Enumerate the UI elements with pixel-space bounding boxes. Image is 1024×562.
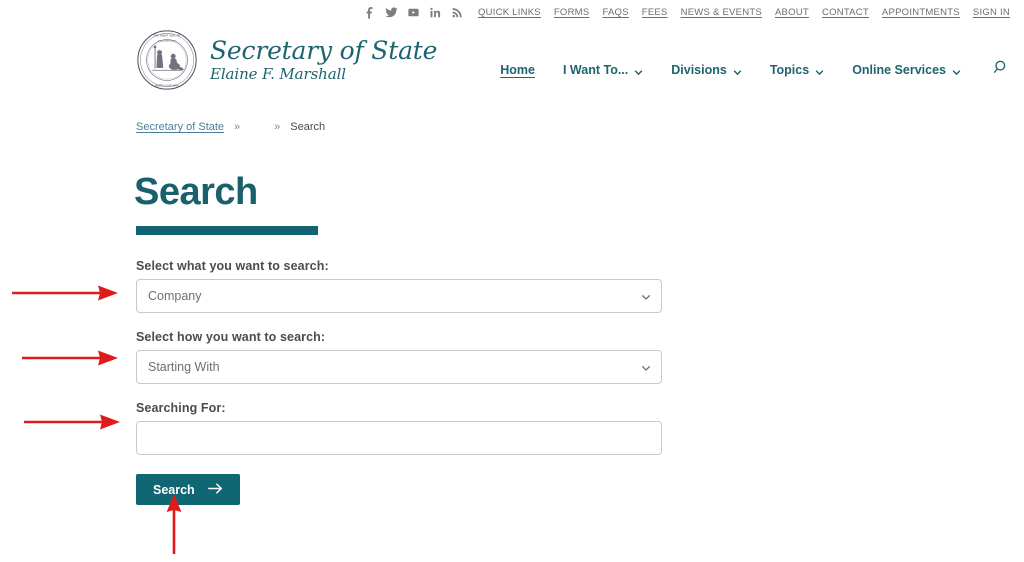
svg-text:THE GREAT SEAL OF: THE GREAT SEAL OF [154, 33, 181, 37]
chevron-down-icon [641, 362, 651, 372]
how-to-search-select[interactable]: Starting With [136, 350, 662, 384]
nav-item-i-want-to-label: I Want To... [562, 63, 629, 77]
annotation-arrow-to-search-input [24, 414, 120, 430]
nav-item-divisions-label: Divisions [671, 63, 727, 77]
utility-links: QUICK LINKS FORMS FAQS FEES NEWS & EVENT… [478, 7, 1010, 18]
utility-link-contact[interactable]: CONTACT [822, 7, 869, 18]
utility-link-appointments[interactable]: APPOINTMENTS [882, 7, 960, 18]
site-search-button[interactable] [993, 59, 1010, 81]
searching-for-input[interactable] [136, 421, 662, 455]
nav-item-online-services-label: Online Services [852, 63, 946, 77]
nav-item-i-want-to[interactable]: I Want To... [563, 63, 643, 77]
svg-text:ESSE QUAM VIDERI: ESSE QUAM VIDERI [158, 39, 176, 42]
search-submit-label: Search [153, 482, 195, 497]
breadcrumb-current: Search [290, 121, 326, 133]
field-group-what: Select what you want to search: Company [136, 259, 662, 313]
nav-item-divisions[interactable]: Divisions [671, 63, 742, 77]
utility-link-news-events[interactable]: NEWS & EVENTS [681, 7, 762, 18]
chevron-down-icon [815, 66, 824, 75]
utility-link-forms[interactable]: FORMS [554, 7, 590, 18]
annotation-arrow-to-how-select [22, 350, 118, 366]
searching-for-label: Searching For: [136, 401, 226, 415]
social-links [363, 6, 464, 19]
page-title: Search [134, 171, 258, 213]
search-submit-button[interactable]: Search [136, 474, 240, 505]
twitter-icon[interactable] [385, 6, 398, 19]
search-icon [993, 59, 1010, 81]
chevron-down-icon [733, 66, 742, 75]
nav-item-topics-label: Topics [769, 63, 810, 77]
how-to-search-label: Select how you want to search: [136, 330, 326, 344]
breadcrumb-separator: » [274, 121, 281, 133]
nav-item-home-label: Home [500, 63, 535, 77]
brand-subtitle: Elaine F. Marshall [210, 65, 346, 83]
utility-link-fees[interactable]: FEES [642, 7, 668, 18]
utility-link-quick-links[interactable]: QUICK LINKS [478, 7, 541, 18]
utility-link-sign-in[interactable]: SIGN IN [973, 7, 1010, 18]
utility-bar: QUICK LINKS FORMS FAQS FEES NEWS & EVENT… [0, 0, 1024, 25]
field-group-how: Select how you want to search: Starting … [136, 330, 662, 384]
facebook-icon[interactable] [363, 6, 376, 19]
utility-link-faqs[interactable]: FAQS [602, 7, 628, 18]
how-to-search-value: Starting With [148, 360, 220, 374]
what-to-search-value: Company [148, 289, 202, 303]
svg-text:NORTH CAROLINA: NORTH CAROLINA [155, 84, 179, 88]
what-to-search-label: Select what you want to search: [136, 259, 329, 273]
annotation-arrow-to-what-select [12, 285, 118, 301]
page-title-underline [136, 226, 318, 235]
site-header: THE GREAT SEAL OF NORTH CAROLINA ESSE QU… [0, 25, 1024, 110]
chevron-down-icon [634, 66, 643, 75]
breadcrumb-separator: » [234, 121, 241, 133]
nav-item-topics[interactable]: Topics [770, 63, 824, 77]
field-group-term: Searching For: [136, 401, 662, 455]
chevron-down-icon [952, 66, 961, 75]
nav-item-online-services[interactable]: Online Services [852, 63, 961, 77]
rss-icon[interactable] [451, 6, 464, 19]
utility-link-about[interactable]: ABOUT [775, 7, 809, 18]
main-navigation: Home I Want To... Divisions Topics Onlin… [500, 59, 1010, 81]
nc-state-seal-icon: THE GREAT SEAL OF NORTH CAROLINA ESSE QU… [136, 29, 198, 91]
chevron-down-icon [641, 291, 651, 301]
youtube-icon[interactable] [407, 6, 420, 19]
brand-logo[interactable]: THE GREAT SEAL OF NORTH CAROLINA ESSE QU… [136, 29, 437, 91]
nav-item-home[interactable]: Home [500, 63, 535, 77]
breadcrumb: Secretary of State » » Search [136, 121, 325, 133]
linkedin-icon[interactable] [429, 6, 442, 19]
what-to-search-select[interactable]: Company [136, 279, 662, 313]
brand-title: Secretary of State [210, 36, 438, 65]
arrow-right-icon [207, 482, 223, 498]
search-form: Select what you want to search: Company … [136, 259, 662, 505]
breadcrumb-link-home[interactable]: Secretary of State [136, 121, 224, 133]
